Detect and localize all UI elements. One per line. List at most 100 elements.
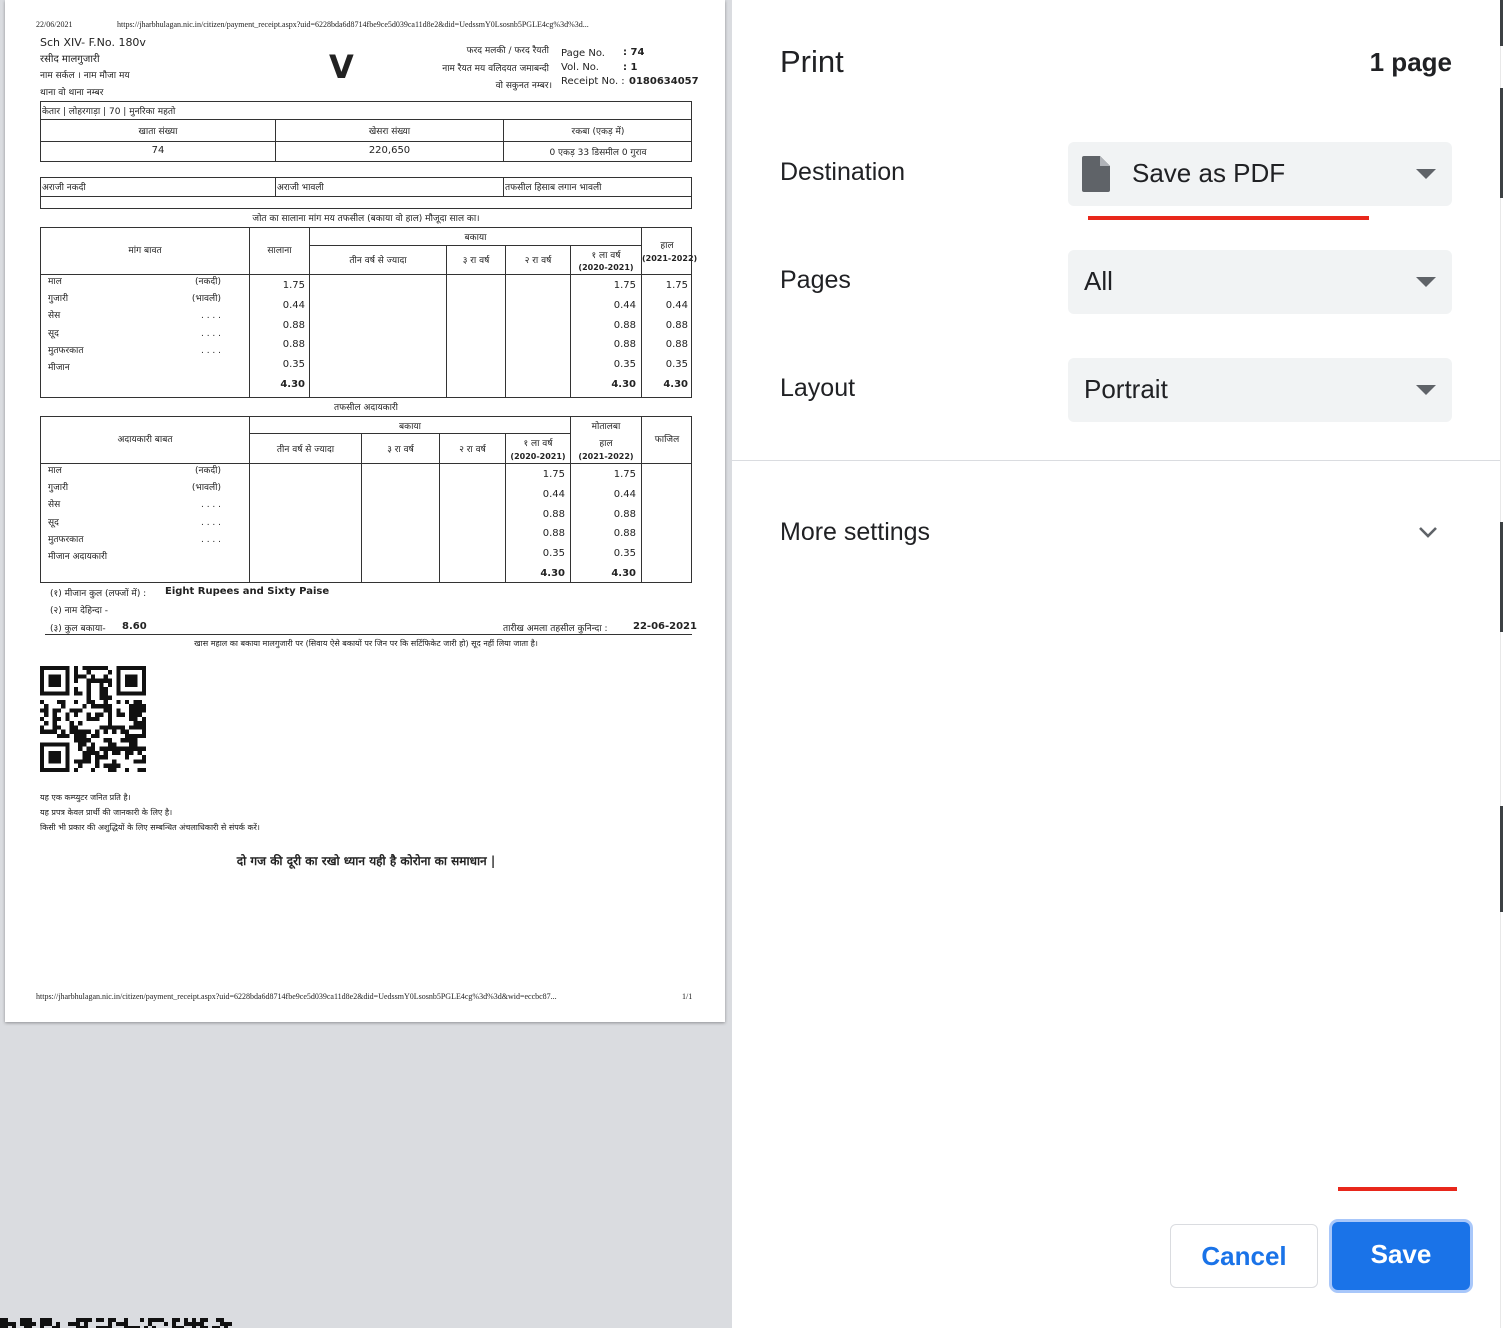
demand-caption: जोत का सालाना मांग मय तफसील (बकाया वो हा… [252, 214, 480, 224]
scroll-edge-mark [1500, 0, 1503, 46]
pehla-varsh-years: (2020-2021) [578, 263, 634, 272]
pehla-varsh-header: १ ला वर्ष [591, 251, 621, 261]
kul-bakaya-value: 8.60 [122, 621, 147, 632]
naam-circle-label: नाम सर्कल । नाम मौजा मय [40, 71, 130, 81]
vol-no-label: Vol. No. [561, 62, 599, 73]
rakba-value: 0 एकड़ 33 डिसमील 0 गुराव [549, 148, 647, 158]
mizan-label: (१) मीजान कुल (लफ्जों में) : [50, 589, 147, 599]
araji-bhawli: अराजी भावली [277, 183, 324, 193]
salana-header: सालाना [267, 246, 292, 256]
khata-value: 74 [151, 145, 165, 156]
pages-label: Pages [780, 266, 851, 294]
haal-years: (2021-2022) [642, 254, 698, 263]
destination-value: Save as PDF [1132, 158, 1286, 188]
payment-haal-values: 1.75 0.44 0.88 0.88 0.35 4.30 [611, 469, 636, 579]
khata-header: खाता संख्या [138, 127, 178, 137]
rasid-label: रसीद मालगुजारी [40, 54, 100, 65]
tarikh-value: 22-06-2021 [633, 621, 697, 632]
payment-teen-varsh-header: तीन वर्ष से ज्यादा [276, 445, 335, 455]
print-title: Print [780, 44, 844, 79]
destination-select[interactable]: Save as PDF [1068, 142, 1452, 206]
receipt-no-value: 0180634057 [629, 76, 699, 87]
fard-label: फरद मलकी / फरद रैयती [466, 46, 549, 56]
preview-page: 22/06/2021 https://jharbhulagan.nic.in/c… [5, 0, 725, 1022]
layout-label: Layout [780, 374, 856, 402]
page-no-value: : 74 [623, 47, 645, 58]
page-no-label: Page No. [561, 48, 605, 59]
section-divider [732, 460, 1500, 461]
tafsil-hisab: तफसील हिसाब लगान भावली [505, 183, 602, 193]
teesra-varsh-header: ३ रा वर्ष [462, 256, 490, 266]
payment-doosra-header: २ रा वर्ष [459, 445, 486, 455]
salana-values: 1.75 0.44 0.88 0.88 0.35 4.30 [280, 280, 305, 390]
payment-bakaya-header: बकाया [399, 422, 421, 432]
doosra-varsh-header: २ रा वर्ष [524, 256, 552, 266]
scroll-edge-mark [1500, 806, 1503, 912]
save-button[interactable]: Save [1332, 1222, 1470, 1290]
sakunat-label: वो सकुनत नम्बर। [495, 81, 552, 91]
naam-raiyat-label: नाम रैयत मय वलिदयत जमाबन्दी [442, 64, 549, 74]
khesra-header: खेसरा संख्या [368, 127, 411, 137]
sch-number: Sch XIV- F.No. 180v [40, 36, 146, 49]
header-date: 22/06/2021 [36, 20, 73, 29]
print-settings-panel: Print 1 page Destination Save as PDF Pag… [732, 0, 1500, 1328]
haal-header: हाल [660, 241, 674, 251]
annotation-underline [1338, 1187, 1457, 1191]
khesra-value: 220,650 [368, 145, 411, 156]
teen-varsh-header: तीन वर्ष से ज्यादा [349, 256, 407, 266]
payment-caption: तफसील अदायकारी [334, 403, 398, 413]
annotation-underline [1088, 216, 1369, 220]
payment-teesra-header: ३ रा वर्ष [387, 445, 414, 455]
qr-code-icon [40, 666, 146, 772]
payment-pehla-values: 1.75 0.44 0.88 0.88 0.35 4.30 [540, 469, 565, 579]
demand-sublabels: (नकदी) (भावली) . . . .. . . . . . . . [191, 277, 221, 356]
next-page-fragment [0, 1318, 232, 1328]
layout-select[interactable]: Portrait [1068, 358, 1452, 422]
file-icon [1082, 156, 1110, 192]
payment-labels: माल गुजारी सेस सूद मुतफरकात मीजान अदायकारी [48, 466, 108, 563]
tarikh-label: तारीख अमला तहसील कुनिन्दा : [503, 624, 608, 634]
note-line-1: यह एक कम्प्युटर जनित प्रति है। [40, 793, 131, 802]
destination-label: Destination [780, 158, 906, 186]
adayakari-bawat-header: अदायकारी बाबत [117, 435, 173, 445]
more-settings-toggle[interactable]: More settings [780, 518, 930, 547]
chevron-down-icon[interactable] [1416, 520, 1440, 544]
vol-no-value: : 1 [623, 62, 638, 73]
chevron-down-icon [1416, 385, 1436, 395]
chevron-down-icon [1416, 169, 1436, 179]
receipt-no-label: Receipt No. : [561, 76, 625, 87]
note-line-3: किसी भी प्रकार की अशुद्धियों के लिए सम्ब… [40, 823, 260, 832]
footer-url: https://jharbhulagan.nic.in/citizen/paym… [36, 992, 557, 1001]
motalaba-header: मोतालबा [591, 422, 621, 432]
mizan-value: Eight Rupees and Sixty Paise [165, 586, 330, 597]
payment-pehla-years: (2020-2021) [510, 452, 566, 461]
araji-nakdi: अराजी नकदी [42, 183, 86, 193]
haal-values: 1.75 0.44 0.88 0.88 0.35 4.30 [663, 280, 688, 390]
chevron-down-icon [1416, 277, 1436, 287]
khas-mahal-note: खास महाल का बकाया मालगुजारी पर (सिवाय ऐस… [194, 639, 538, 648]
thana-label: थाना वो थाना नम्बर [40, 88, 104, 98]
kul-bakaya-label: (३) कुल बकाया- [50, 624, 106, 634]
header-url: https://jharbhulagan.nic.in/citizen/paym… [117, 20, 589, 29]
scroll-edge-mark [1500, 88, 1503, 198]
payment-haal-header: हाल [599, 439, 613, 449]
print-preview-area[interactable]: 22/06/2021 https://jharbhulagan.nic.in/c… [0, 0, 732, 1328]
form-letter: V [329, 48, 354, 86]
cancel-button[interactable]: Cancel [1170, 1224, 1318, 1288]
scroll-edge-mark [1500, 522, 1503, 632]
page-count: 1 page [1369, 47, 1452, 77]
payment-pehla-header: १ ला वर्ष [523, 439, 553, 449]
rakba-header: रकबा (एकड़ में) [571, 127, 625, 137]
fazil-header: फाजिल [654, 435, 680, 445]
footer-page: 1/1 [682, 992, 693, 1001]
pehla-values: 1.75 0.44 0.88 0.88 0.35 4.30 [611, 280, 636, 390]
slogan: दो गज की दूरी का रखो ध्यान यही है कोरोना… [236, 854, 496, 868]
address-line: केतार | लोहरगाड़ा | 70 | मुनरिका महतो [42, 107, 176, 117]
payment-sublabels: (नकदी) (भावली) . . . .. . . . . . . . [191, 466, 221, 545]
pages-select[interactable]: All [1068, 250, 1452, 314]
bakaya-header: बकाया [464, 233, 487, 243]
mang-bawat-header: मांग बावत [128, 246, 162, 256]
scrollbar[interactable] [1500, 0, 1510, 1328]
pages-value: All [1084, 266, 1113, 296]
naam-dehinda: (२) नाम देहिन्दा - [50, 606, 109, 616]
